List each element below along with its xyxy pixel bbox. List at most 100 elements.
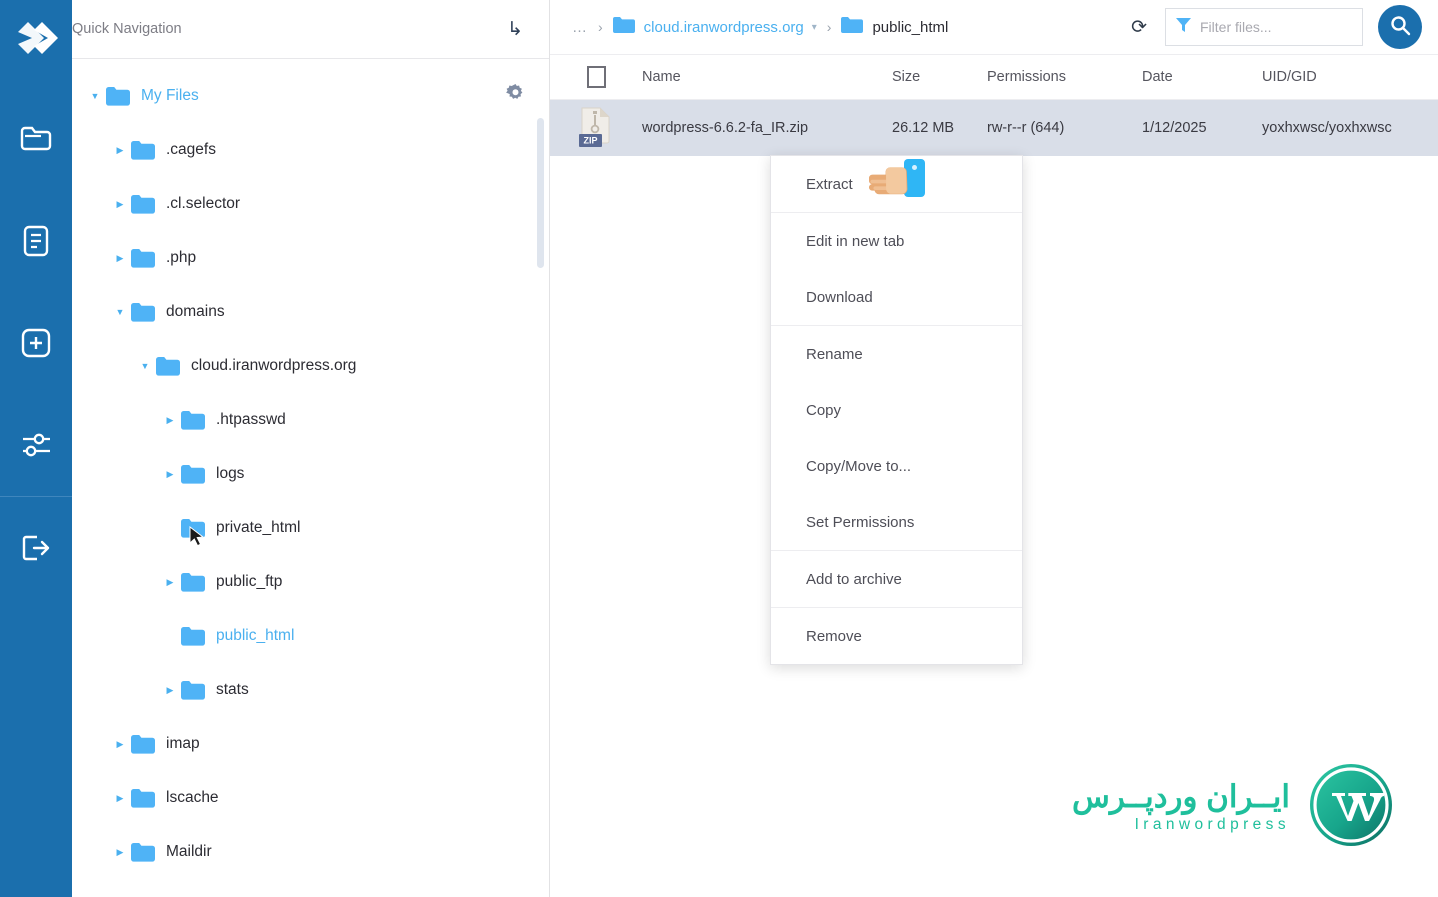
- toolbar: … › cloud.iranwordpress.org ▾ › public_h…: [550, 0, 1438, 54]
- context-menu-item-set-permissions[interactable]: Set Permissions: [771, 494, 1022, 550]
- context-menu-item-copy-move-to[interactable]: Copy/Move to...: [771, 438, 1022, 494]
- breadcrumb-item-domain[interactable]: cloud.iranwordpress.org ▾: [612, 16, 817, 39]
- chevron-right-icon[interactable]: ▶: [159, 685, 181, 696]
- column-header-size[interactable]: Size: [892, 69, 987, 85]
- chevron-right-icon[interactable]: ▶: [159, 577, 181, 588]
- folder-icon: [841, 16, 864, 39]
- tree-item-label: imap: [166, 735, 200, 752]
- main-content: … › cloud.iranwordpress.org ▾ › public_h…: [550, 0, 1438, 897]
- search-input[interactable]: [1200, 19, 1352, 35]
- breadcrumb-item-current[interactable]: public_html: [841, 16, 948, 39]
- column-header-uid-gid[interactable]: UID/GID: [1262, 69, 1438, 85]
- column-header-name[interactable]: Name: [642, 69, 892, 85]
- rail-item-documents[interactable]: [0, 190, 72, 292]
- table-row[interactable]: ZIP wordpress-6.6.2-fa_IR.zip 26.12 MB r…: [550, 100, 1438, 156]
- chevron-right-icon[interactable]: ▶: [109, 847, 131, 858]
- column-header-permissions[interactable]: Permissions: [987, 69, 1142, 85]
- pointer-tab-decoration: [904, 159, 925, 197]
- file-manager-app: Quick Navigation ↳ ▼ My Files ▶ .cagefs ▶ .cl…: [0, 0, 1438, 897]
- zip-file-icon: ZIP: [577, 107, 615, 149]
- tree-item-my-files[interactable]: ▼ My Files: [72, 69, 549, 123]
- chevron-down-icon[interactable]: ▼: [134, 361, 156, 371]
- chevron-down-icon[interactable]: ▾: [812, 22, 817, 33]
- sidebar-scrollbar[interactable]: [537, 118, 544, 268]
- context-menu-item-edit-in-new-tab[interactable]: Edit in new tab: [771, 213, 1022, 269]
- context-menu-item-remove[interactable]: Remove: [771, 608, 1022, 664]
- folder-icon: [181, 518, 205, 546]
- filter-funnel-icon: [1176, 17, 1191, 38]
- chevron-right-icon[interactable]: ▶: [109, 253, 131, 264]
- arrow-turn-down-right-icon[interactable]: ↳: [507, 20, 523, 39]
- context-menu-item-copy[interactable]: Copy: [771, 382, 1022, 438]
- folder-icon: [131, 302, 155, 322]
- file-table-header: Name Size Permissions Date UID/GID: [550, 54, 1438, 100]
- breadcrumb-ellipsis[interactable]: …: [572, 19, 588, 36]
- tree-item-maildir[interactable]: ▶ Maildir: [72, 825, 549, 879]
- chevron-right-icon[interactable]: ▶: [109, 145, 131, 156]
- folder-icon: [131, 842, 155, 862]
- plus-square-icon: [20, 327, 52, 359]
- context-menu-item-extract[interactable]: Extract: [771, 156, 1022, 212]
- tree-item--cagefs[interactable]: ▶ .cagefs: [72, 123, 549, 177]
- rail-item-settings[interactable]: [0, 394, 72, 496]
- rail-item-create-new[interactable]: [0, 292, 72, 394]
- folder-icon: [19, 124, 53, 154]
- wordpress-logo-icon: [1308, 762, 1394, 853]
- folder-icon: [181, 680, 205, 700]
- tree-item-domains[interactable]: ▼ domains: [72, 285, 549, 339]
- search-button[interactable]: [1378, 5, 1422, 49]
- row-icon-cell: ZIP: [550, 107, 642, 149]
- tree-item-label: .cagefs: [166, 141, 216, 158]
- chevron-down-icon[interactable]: ▼: [109, 307, 131, 317]
- tree-item-public-html[interactable]: ▶public_html: [72, 879, 549, 897]
- tree-item-private-html[interactable]: ▶private_html: [72, 501, 549, 555]
- folder-icon: [131, 248, 155, 268]
- tree-item-imap[interactable]: ▶ imap: [72, 717, 549, 771]
- tree-item-label: public_ftp: [216, 573, 283, 590]
- rail-item-file-manager[interactable]: [0, 88, 72, 190]
- chevron-right-icon[interactable]: ▶: [109, 793, 131, 804]
- watermark: ایــران وردپــرس Iranwordpress: [1072, 762, 1394, 853]
- select-all-cell: [550, 66, 642, 88]
- folder-icon: [131, 734, 155, 754]
- filter-files-box[interactable]: [1165, 8, 1363, 46]
- tree-item--cl-selector[interactable]: ▶ .cl.selector: [72, 177, 549, 231]
- tree-item-lscache[interactable]: ▶ lscache: [72, 771, 549, 825]
- breadcrumb-separator-1: ›: [598, 19, 603, 35]
- context-menu-item-download[interactable]: Download: [771, 269, 1022, 325]
- search-icon: [1389, 14, 1411, 41]
- tree-item-public-html[interactable]: ▶public_html: [72, 609, 549, 663]
- tree-item-label: .htpasswd: [216, 411, 286, 428]
- tree-item--htpasswd[interactable]: ▶ .htpasswd: [72, 393, 549, 447]
- context-menu-item-rename[interactable]: Rename: [771, 326, 1022, 382]
- refresh-icon[interactable]: ⟳: [1131, 18, 1147, 37]
- tree-item--php[interactable]: ▶ .php: [72, 231, 549, 285]
- cell-uid-gid: yoxhxwsc/yoxhxwsc: [1262, 120, 1392, 136]
- file-lines-icon: [21, 224, 51, 258]
- chevron-down-icon[interactable]: ▼: [84, 91, 106, 101]
- folder-icon: [131, 194, 155, 214]
- tree-item-stats[interactable]: ▶ stats: [72, 663, 549, 717]
- column-header-date[interactable]: Date: [1142, 69, 1262, 85]
- chevron-right-icon[interactable]: ▶: [159, 415, 181, 426]
- folder-icon: [131, 788, 155, 808]
- cell-date: 1/12/2025: [1142, 120, 1207, 136]
- tree-item-cloud-iranwordpress-org[interactable]: ▼ cloud.iranwordpress.org: [72, 339, 549, 393]
- chevrons-right-logo-icon[interactable]: [10, 18, 62, 70]
- watermark-persian: ایــران وردپــرس: [1072, 779, 1291, 815]
- cell-name: wordpress-6.6.2-fa_IR.zip: [642, 120, 809, 136]
- breadcrumb-label: cloud.iranwordpress.org: [643, 18, 804, 36]
- tree-item-label: private_html: [216, 519, 301, 536]
- select-all-checkbox[interactable]: [586, 66, 606, 88]
- tree-item-label: stats: [216, 681, 249, 698]
- chevron-right-icon[interactable]: ▶: [109, 199, 131, 210]
- tree-item-public-ftp[interactable]: ▶ public_ftp: [72, 555, 549, 609]
- context-menu-item-add-to-archive[interactable]: Add to archive: [771, 551, 1022, 607]
- tree-item-logs[interactable]: ▶ logs: [72, 447, 549, 501]
- tree-item-label: .cl.selector: [166, 195, 241, 212]
- chevron-right-icon[interactable]: ▶: [159, 469, 181, 480]
- gear-icon[interactable]: [506, 84, 525, 108]
- chevron-right-icon[interactable]: ▶: [109, 739, 131, 750]
- quick-navigation-title: Quick Navigation: [72, 21, 182, 37]
- rail-item-logout[interactable]: [0, 497, 72, 599]
